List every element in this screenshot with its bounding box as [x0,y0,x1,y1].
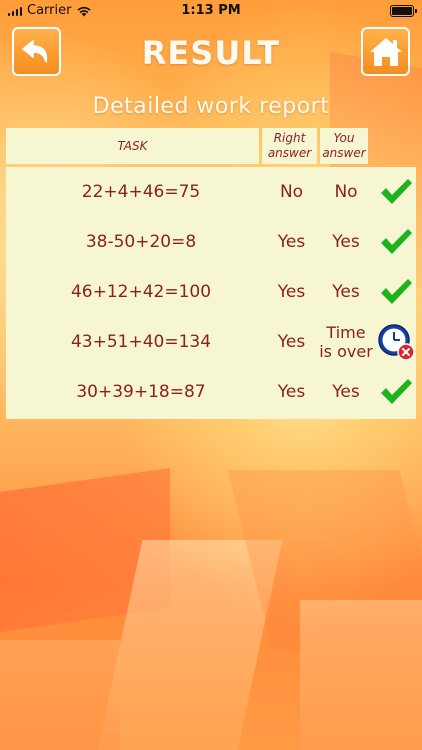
user-answer-value: No [334,181,358,202]
results-table: 22+4+46=75 No No 38-50+20=8 Yes Yes 46+1… [6,167,416,419]
right-answer-value: Yes [277,382,306,402]
status-cell [376,217,416,267]
column-header-task: TASK [6,128,259,164]
table-row: 46+12+42=100 Yes Yes [6,267,416,317]
task-expression: 22+4+46=75 [81,182,201,202]
check-icon [381,379,412,404]
task-expression: 43+51+40=134 [70,332,212,352]
column-header-right-answer: Right answer [262,128,317,164]
task-expression: 38-50+20=8 [85,232,197,252]
page-title: RESULT [141,34,281,72]
task-expression: 30+39+18=87 [76,382,206,402]
background-ray [227,470,422,650]
timer-icon [378,324,415,361]
home-icon [369,37,402,66]
user-answer-value: Yes [332,231,360,252]
column-header-you-answer: You answer [320,128,368,164]
background-ray [0,640,120,750]
right-answer-value: No [279,182,304,202]
right-answer-value: Yes [277,232,306,252]
report-subtitle: Detailed work report [92,94,330,119]
user-answer-value: Yes [332,381,360,402]
table-row: 38-50+20=8 Yes Yes [6,217,416,267]
background-ray [97,540,283,750]
status-cell [376,167,416,217]
check-icon [381,229,412,254]
background-ray [0,468,170,632]
check-icon [381,279,412,304]
table-header: TASK Right answer You answer [6,128,368,164]
status-cell [376,317,416,367]
status-cell [376,267,416,317]
home-button[interactable] [361,27,410,76]
table-row: 43+51+40=134 Yes Time is over [6,317,416,367]
user-answer-value: Time is over [319,323,373,361]
status-cell [376,367,416,417]
right-answer-value: Yes [277,282,306,302]
background-ray [300,600,422,750]
battery-icon [390,5,417,17]
table-row: 22+4+46=75 No No [6,167,416,217]
right-answer-value: Yes [277,332,306,352]
status-bar: Carrier 1:13 PM [0,0,422,22]
task-expression: 46+12+42=100 [70,282,212,302]
user-answer-value: Yes [332,281,360,302]
check-icon [381,179,412,204]
table-row: 30+39+18=87 Yes Yes [6,367,416,417]
status-time: 1:13 PM [181,3,241,18]
